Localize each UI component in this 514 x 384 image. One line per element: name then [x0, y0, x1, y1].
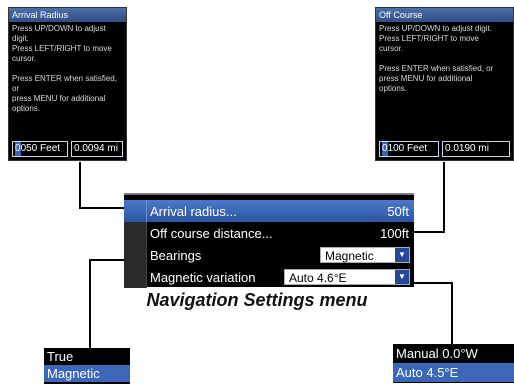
magnetic-variation-dropdown[interactable]: Auto 4.6°E ▼: [284, 269, 410, 285]
variation-options-list: Manual 0.0°W Auto 4.5°E: [393, 344, 514, 383]
chevron-down-icon: ▼: [395, 248, 409, 262]
menu-item-label: Bearings: [150, 247, 202, 263]
arrival-radius-dialog: Arrival Radius Press UP/DOWN to adjust d…: [8, 7, 127, 161]
feet-value: 050 Feet: [20, 143, 61, 154]
feet-input[interactable]: 0050 Feet: [12, 141, 68, 157]
dropdown-value: Magnetic: [325, 249, 374, 263]
menu-item-arrival-radius[interactable]: Arrival radius... 50ft: [124, 200, 414, 222]
dialog-title: Off Course: [376, 8, 513, 22]
menu-item-label: Arrival radius...: [150, 203, 237, 219]
menu-item-value: 50ft: [387, 203, 409, 219]
option-auto[interactable]: Auto 4.5°E: [393, 363, 514, 382]
chevron-down-icon: ▼: [395, 270, 409, 284]
off-course-dialog: Off Course Press UP/DOWN to adjust digit…: [375, 7, 514, 161]
bearings-dropdown[interactable]: Magnetic ▼: [320, 247, 410, 263]
menu-item-label: Magnetic variation: [150, 269, 256, 285]
option-manual[interactable]: Manual 0.0°W: [393, 344, 514, 363]
menu-item-off-course-distance[interactable]: Off course distance... 100ft: [124, 222, 414, 244]
dialog-instructions: Press UP/DOWN to adjust digit. Press LEF…: [12, 24, 117, 113]
figure-caption: Navigation Settings menu: [146, 290, 368, 310]
feet-input[interactable]: 0100 Feet: [379, 141, 439, 157]
dialog-title: Arrival Radius: [9, 8, 126, 22]
miles-value: 0.0094 mi: [71, 141, 123, 157]
menu-item-label: Off course distance...: [150, 225, 273, 241]
option-true[interactable]: True: [44, 348, 130, 365]
navigation-settings-menu: Arrival radius... 50ft Off course distan…: [124, 193, 414, 288]
miles-value: 0.0190 mi: [442, 141, 510, 157]
feet-value: 100 Feet: [387, 143, 428, 154]
bearings-options-list: True Magnetic: [44, 348, 130, 384]
option-magnetic[interactable]: Magnetic: [44, 365, 130, 382]
dropdown-value: Auto 4.6°E: [289, 271, 347, 285]
menu-item-magnetic-variation[interactable]: Magnetic variation Auto 4.6°E ▼: [124, 266, 414, 288]
dialog-instructions: Press UP/DOWN to adjust digit. Press LEF…: [379, 24, 494, 93]
menu-item-bearings[interactable]: Bearings Magnetic ▼: [124, 244, 414, 266]
menu-item-value: 100ft: [380, 225, 409, 241]
